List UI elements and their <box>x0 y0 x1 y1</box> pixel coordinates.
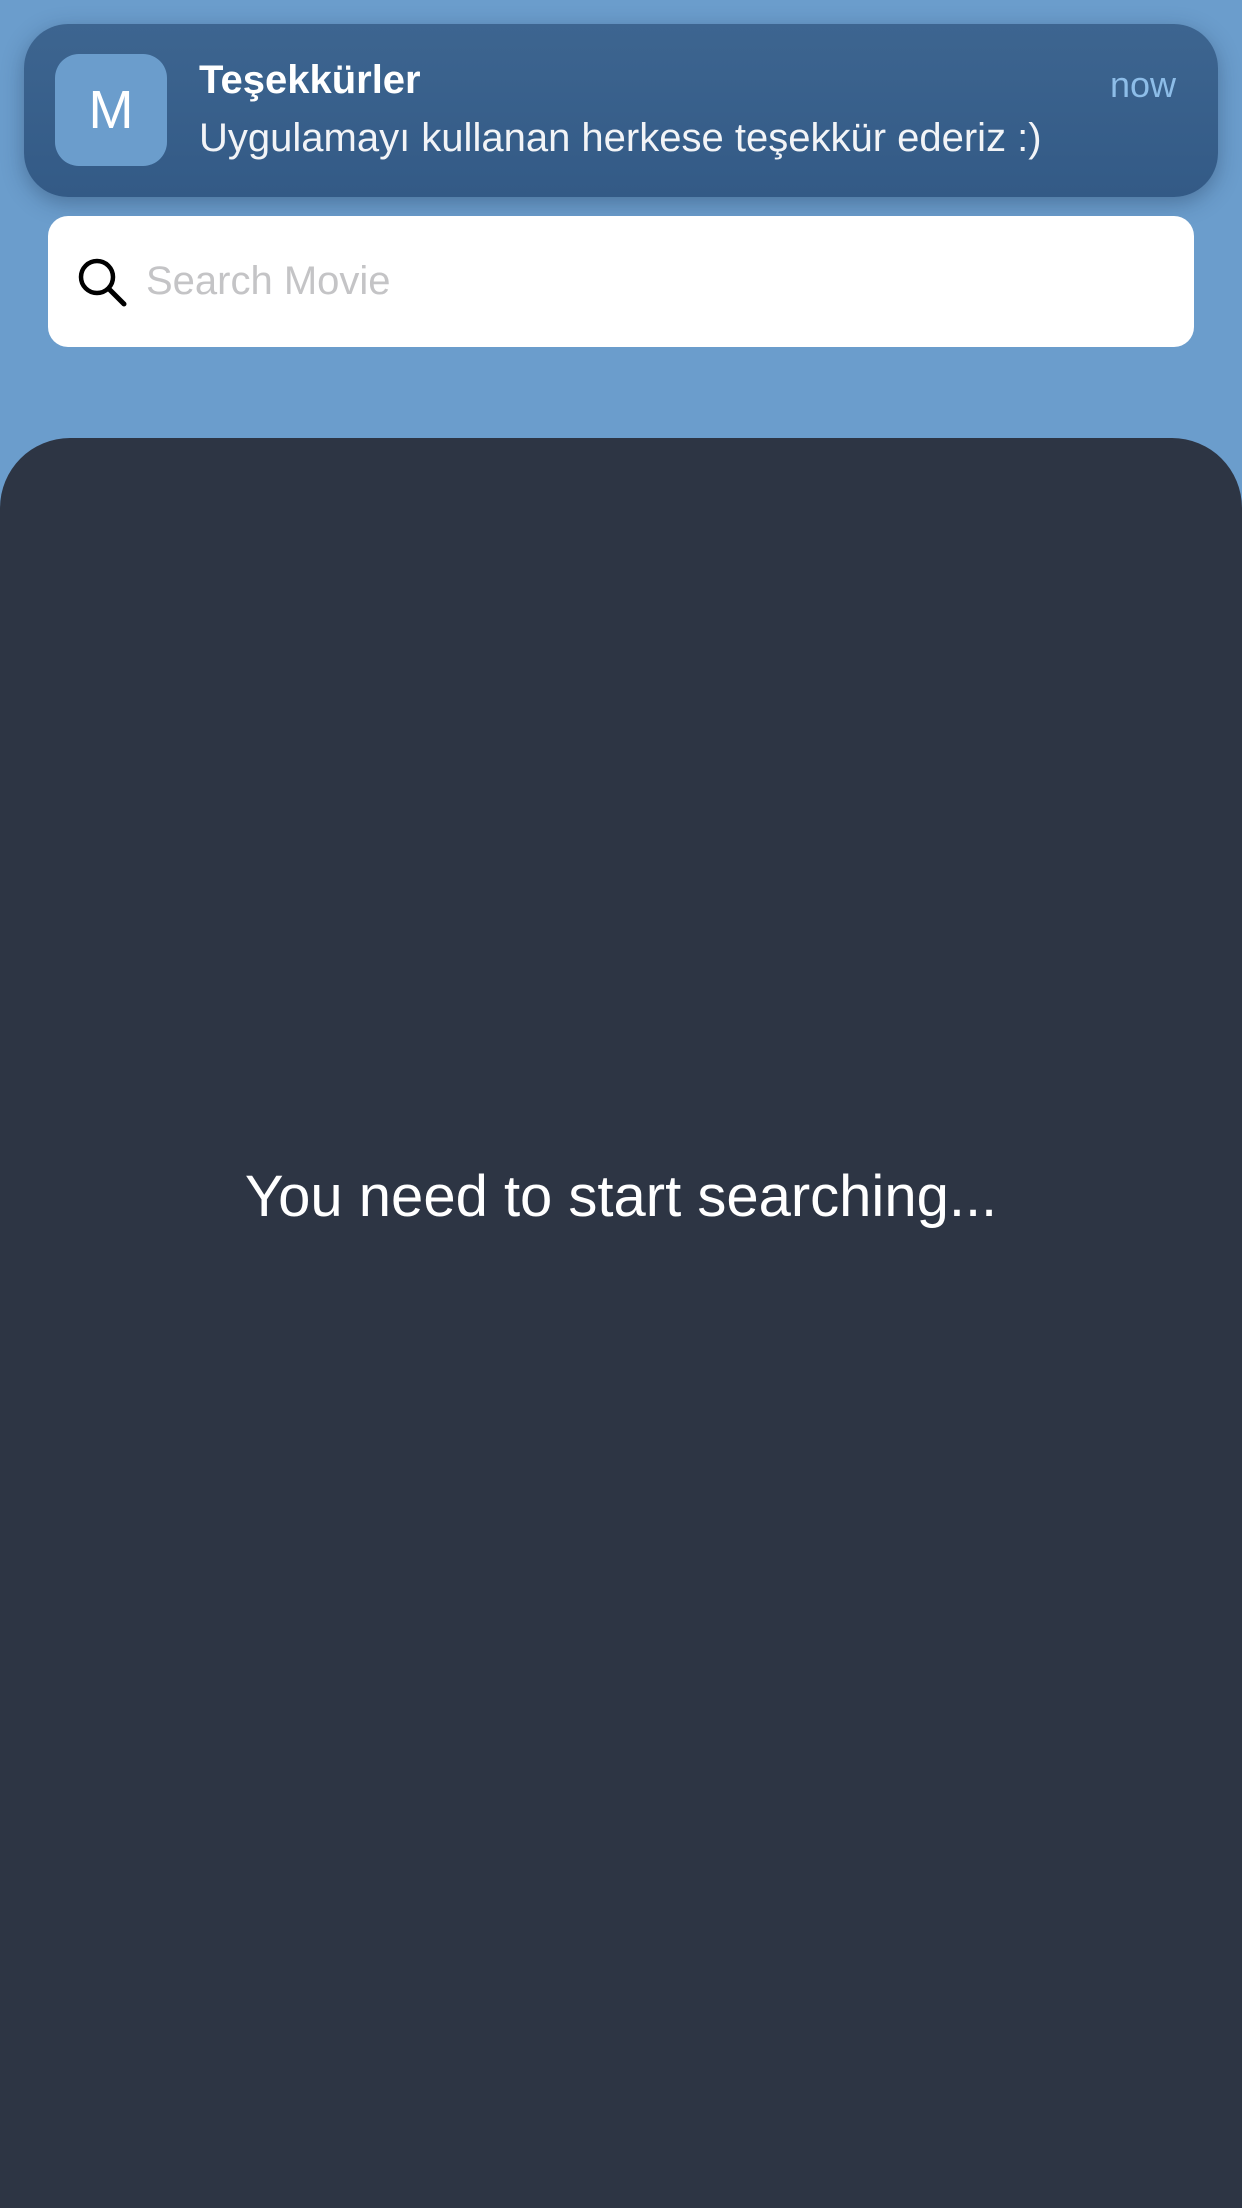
notification-time: now <box>1109 64 1176 105</box>
notification-body: Uygulamayı kullanan herkese teşekkür ede… <box>199 116 1042 160</box>
notification-title: Teşekkürler <box>199 58 421 102</box>
results-panel: You need to start searching... <box>0 438 1242 2208</box>
search-icon <box>78 258 127 307</box>
app-screen: M Teşekkürler now Uygulamayı kullanan he… <box>0 0 1242 2208</box>
search-bar[interactable] <box>48 216 1194 347</box>
empty-state-message: You need to start searching... <box>244 1164 998 1229</box>
search-input[interactable] <box>146 216 1166 347</box>
app-icon-letter: M <box>88 80 134 140</box>
notification-banner[interactable]: M Teşekkürler now Uygulamayı kullanan he… <box>24 24 1218 197</box>
app-icon: M <box>55 54 167 166</box>
